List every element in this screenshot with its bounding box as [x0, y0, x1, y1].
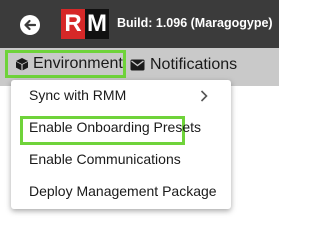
menu-item-sync-with-rmm[interactable]: Sync with RMM [11, 80, 231, 112]
notifications-menu-label: Notifications [150, 56, 238, 73]
environment-dropdown: Sync with RMM Enable Onboarding Presets … [11, 80, 231, 209]
back-button[interactable] [20, 15, 40, 35]
chevron-right-icon [200, 90, 208, 102]
logo-letter-r: R [61, 9, 85, 39]
top-bar: R M Build: 1.096 (Maragogype) [0, 0, 279, 48]
logo-letter-m: M [85, 9, 109, 39]
notifications-menu[interactable]: Notifications [130, 55, 237, 75]
app-logo: R M [61, 9, 109, 39]
arrow-left-icon [24, 19, 36, 31]
menu-item-deploy-management-package[interactable]: Deploy Management Package [11, 176, 231, 208]
menu-item-enable-communications[interactable]: Enable Communications [11, 144, 231, 176]
environment-menu-label: Environment [33, 55, 123, 72]
cube-icon [16, 58, 28, 71]
menu-item-enable-onboarding-presets[interactable]: Enable Onboarding Presets [11, 112, 231, 145]
menu-item-label: Enable Onboarding Presets [29, 119, 201, 135]
build-info: Build: 1.096 (Maragogype) [117, 16, 273, 30]
environment-menu[interactable]: Environment [5, 50, 126, 78]
menu-item-label: Sync with RMM [29, 87, 127, 103]
envelope-icon [130, 59, 145, 71]
menu-item-label: Deploy Management Package [29, 183, 217, 199]
menu-item-label: Enable Communications [29, 151, 181, 167]
